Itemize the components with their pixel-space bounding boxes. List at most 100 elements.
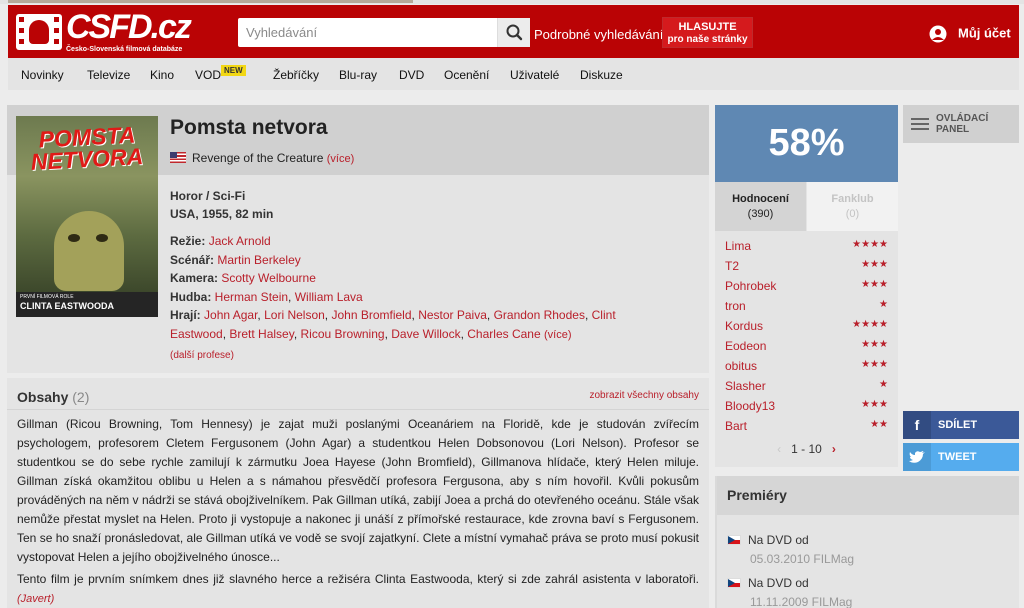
facebook-share-button[interactable]: f SDÍLET bbox=[903, 411, 1019, 439]
user-link[interactable]: Bart bbox=[725, 419, 747, 433]
writer-link[interactable]: Martin Berkeley bbox=[217, 253, 300, 267]
cast-link[interactable]: Ricou Browning bbox=[301, 327, 385, 341]
show-all-plots-link[interactable]: zobrazit všechny obsahy bbox=[589, 390, 699, 401]
logo-text: CSFD.cz bbox=[66, 8, 192, 46]
top-strip-bar bbox=[8, 0, 413, 3]
nav-item-televize[interactable]: Televize bbox=[87, 68, 130, 82]
rating-percent: 58% bbox=[715, 105, 898, 182]
user-link[interactable]: Lima bbox=[725, 239, 751, 253]
next-page-icon[interactable]: › bbox=[832, 442, 836, 456]
cast-link[interactable]: Dave Willock bbox=[391, 327, 460, 341]
nav-item-dvd[interactable]: DVD bbox=[399, 68, 424, 82]
czech-flag-icon bbox=[727, 578, 741, 588]
premiere-entry: Na DVD od bbox=[727, 533, 809, 547]
stars-icon: ★★★★ bbox=[852, 239, 888, 250]
nav-item-zebricky[interactable]: Žebříčky bbox=[273, 68, 319, 82]
rating-row: Pohrobek ★★★ bbox=[725, 279, 888, 299]
alt-title-more-link[interactable]: (více) bbox=[327, 153, 355, 165]
search-input[interactable] bbox=[238, 18, 488, 47]
user-link[interactable]: Eodeon bbox=[725, 339, 766, 353]
nav-item-diskuze[interactable]: Diskuze bbox=[580, 68, 623, 82]
music-link[interactable]: Herman Stein bbox=[215, 290, 288, 304]
rating-panel: 58% Hodnocení (390) Fanklub (0) Lima ★★★★ T… bbox=[715, 105, 898, 467]
stars-icon: ★★★ bbox=[861, 279, 888, 290]
poster-creature-eye bbox=[96, 234, 108, 242]
cast-more-link[interactable]: (více) bbox=[544, 329, 572, 341]
main-nav: Novinky Televize Kino VOD NEW Žebříčky B… bbox=[8, 58, 1019, 90]
rating-row: T2 ★★★ bbox=[725, 259, 888, 279]
premiere-date: 05.03.2010 FILMag bbox=[750, 552, 855, 566]
film-origin: USA, 1955, 82 min bbox=[170, 207, 274, 221]
user-link[interactable]: Pohrobek bbox=[725, 279, 776, 293]
cast-link[interactable]: Nestor Paiva bbox=[418, 308, 487, 322]
control-panel-label: OVLÁDACÍ PANEL bbox=[936, 113, 989, 135]
rating-row: Eodeon ★★★ bbox=[725, 339, 888, 359]
poster-caption: PRVNÍ FILMOVÁ ROLE CLINTA EASTWOODA bbox=[16, 292, 158, 317]
vote-line1: HLASUJTE bbox=[678, 21, 737, 33]
cast-link[interactable]: Brett Halsey bbox=[229, 327, 293, 341]
plot-heading: Obsahy (2) bbox=[17, 389, 90, 405]
rating-row: Bart ★★ bbox=[725, 419, 888, 439]
twitter-icon bbox=[903, 443, 931, 471]
account-label: Můj účet bbox=[958, 25, 1011, 41]
premieres-heading: Premiéry bbox=[717, 476, 1019, 515]
vote-button[interactable]: HLASUJTE pro naše stránky bbox=[662, 17, 753, 48]
film-poster[interactable]: POMSTA NETVORA PRVNÍ FILMOVÁ ROLE CLINTA… bbox=[16, 116, 158, 317]
film-title: Pomsta netvora bbox=[170, 116, 328, 139]
stars-icon: ★★★★ bbox=[852, 319, 888, 330]
user-link[interactable]: T2 bbox=[725, 259, 739, 273]
tweet-label: TWEET bbox=[938, 451, 977, 463]
prev-page-icon[interactable]: ‹ bbox=[777, 442, 781, 456]
premiere-date: 11.11.2009 FILMag bbox=[750, 595, 853, 608]
director-link[interactable]: Jack Arnold bbox=[209, 234, 271, 248]
premieres-panel: Premiéry Na DVD od 05.03.2010 FILMag Na … bbox=[715, 476, 1019, 608]
account-link[interactable]: Můj účet bbox=[928, 25, 1011, 43]
user-link[interactable]: Slasher bbox=[725, 379, 766, 393]
nav-item-uzivatele[interactable]: Uživatelé bbox=[510, 68, 559, 82]
tab-ratings[interactable]: Hodnocení (390) bbox=[715, 182, 806, 231]
tab-fanclub[interactable]: Fanklub (0) bbox=[807, 182, 898, 231]
rating-row: tron ★ bbox=[725, 299, 888, 319]
czech-flag-icon bbox=[727, 535, 741, 545]
top-strip bbox=[0, 0, 1024, 4]
other-roles-link[interactable]: (další profese) bbox=[170, 350, 234, 361]
cast-link[interactable]: Grandon Rhodes bbox=[494, 308, 585, 322]
nav-item-kino[interactable]: Kino bbox=[150, 68, 174, 82]
control-panel-button[interactable]: OVLÁDACÍ PANEL bbox=[903, 105, 1019, 143]
nav-item-novinky[interactable]: Novinky bbox=[21, 68, 64, 82]
director-row: Režie: Jack Arnold bbox=[170, 234, 271, 248]
poster-title-line2: NETVORA bbox=[30, 143, 144, 175]
user-link[interactable]: Kordus bbox=[725, 319, 763, 333]
logo-tagline: Česko-Slovenská filmová databáze bbox=[66, 46, 183, 53]
advanced-search-link[interactable]: Podrobné vyhledávání bbox=[534, 27, 663, 42]
user-link[interactable]: Bloody13 bbox=[725, 399, 775, 413]
site-logo[interactable]: CSFD.cz Česko-Slovenská filmová databáze bbox=[16, 8, 192, 54]
stars-icon: ★★★ bbox=[861, 399, 888, 410]
music-link[interactable]: William Lava bbox=[295, 290, 363, 304]
user-link[interactable]: obitus bbox=[725, 359, 757, 373]
search-box bbox=[238, 18, 530, 47]
camera-link[interactable]: Scotty Welbourne bbox=[221, 271, 316, 285]
plot-author-link[interactable]: (Javert) bbox=[17, 593, 54, 605]
cast-link[interactable]: Lori Nelson bbox=[264, 308, 325, 322]
search-button[interactable] bbox=[497, 18, 530, 47]
new-badge: NEW bbox=[221, 65, 246, 76]
nav-item-oceneni[interactable]: Ocenění bbox=[444, 68, 489, 82]
cast-link[interactable]: John Agar bbox=[204, 308, 257, 322]
user-link[interactable]: tron bbox=[725, 299, 746, 313]
user-icon bbox=[928, 25, 948, 43]
alt-title-text: Revenge of the Creature bbox=[192, 151, 324, 165]
poster-creature bbox=[54, 211, 124, 291]
rating-row: obitus ★★★ bbox=[725, 359, 888, 379]
cast-link[interactable]: Charles Cane bbox=[467, 327, 540, 341]
cast-link[interactable]: John Bromfield bbox=[331, 308, 411, 322]
nav-item-vod[interactable]: VOD bbox=[195, 68, 221, 82]
film-credits: Režie: Jack Arnold Scénář: Martin Berkel… bbox=[170, 232, 650, 365]
poster-small-text: PRVNÍ FILMOVÁ ROLE bbox=[20, 294, 74, 300]
tweet-button[interactable]: TWEET bbox=[903, 443, 1019, 471]
camera-row: Kamera: Scotty Welbourne bbox=[170, 271, 316, 286]
poster-creature-eye bbox=[68, 234, 80, 242]
nav-item-bluray[interactable]: Blu-ray bbox=[339, 68, 377, 82]
rating-row: Slasher ★ bbox=[725, 379, 888, 399]
music-row: Hudba: Herman Stein, William Lava bbox=[170, 289, 363, 304]
